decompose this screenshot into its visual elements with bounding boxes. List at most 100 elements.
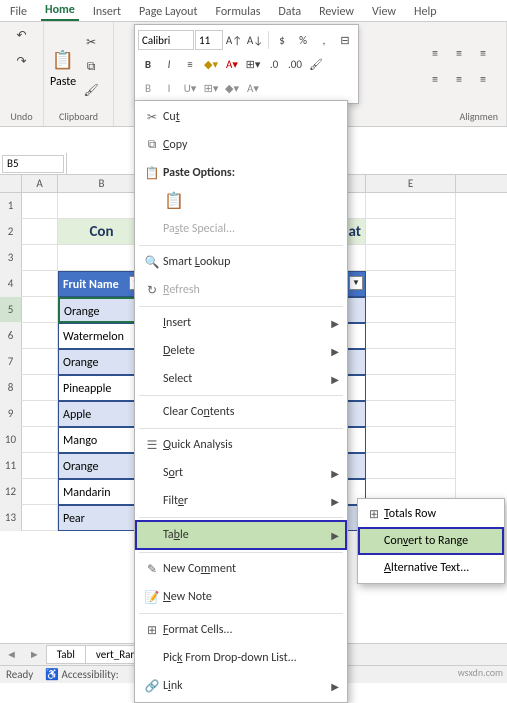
row-header-11[interactable]: 11 [0, 453, 22, 479]
row-header-2[interactable]: 2 [0, 219, 22, 245]
ctx-delete[interactable]: Delete▶ [135, 337, 347, 365]
mini-border-2[interactable]: ⊞▾ [201, 78, 221, 98]
increase-decimal-button[interactable]: .00 [285, 54, 305, 74]
tab-data[interactable]: Data [274, 3, 305, 21]
cell-E9[interactable] [366, 401, 456, 427]
cell-B12[interactable]: Mandarin [58, 479, 146, 505]
cell-A12[interactable] [22, 479, 58, 505]
ctx-quick-analysis[interactable]: ☰Quick Analysis [135, 431, 347, 459]
ctx-paste-options-[interactable]: 📋Paste Options: [135, 159, 347, 187]
align-middle-button[interactable]: ≡ [448, 43, 470, 65]
tab-file[interactable]: File [6, 3, 31, 21]
tab-view[interactable]: View [368, 3, 400, 21]
row-header-6[interactable]: 6 [0, 323, 22, 349]
mini-italic-2[interactable]: I [159, 78, 179, 98]
col-header-b[interactable]: B [58, 175, 146, 192]
cell-A13[interactable] [22, 505, 58, 531]
cell-E10[interactable] [366, 427, 456, 453]
cell-B3[interactable] [58, 245, 146, 271]
col-header-e[interactable]: E [366, 175, 456, 192]
cell-B10[interactable]: Mango [58, 427, 146, 453]
cell-A1[interactable] [22, 193, 58, 219]
cell-E4[interactable] [366, 271, 456, 297]
font-name-input[interactable] [138, 30, 194, 50]
tab-help[interactable]: Help [410, 3, 441, 21]
cell-B13[interactable]: Pear [58, 505, 146, 531]
cell-B7[interactable]: Orange [58, 349, 146, 375]
mini-font-2[interactable]: A▾ [243, 78, 263, 98]
cell-B4[interactable]: Fruit Name▼ [58, 271, 146, 297]
cell-B8[interactable]: Pineapple [58, 375, 146, 401]
sub-convert-to-range[interactable]: Convert to Range [358, 527, 504, 555]
row-header-5[interactable]: 5 [0, 297, 22, 323]
copy-button[interactable]: ⧉ [80, 56, 102, 78]
cut-button[interactable]: ✂ [80, 32, 102, 54]
ctx-table[interactable]: Table▶ [135, 520, 347, 550]
ctx-copy[interactable]: ⧉Copy [135, 131, 347, 159]
row-header-7[interactable]: 7 [0, 349, 22, 375]
tab-page-layout[interactable]: Page Layout [135, 3, 201, 21]
row-header-9[interactable]: 9 [0, 401, 22, 427]
percent-button[interactable]: % [293, 30, 313, 50]
ctx-smart-lookup[interactable]: 🔍Smart Lookup [135, 248, 347, 276]
cell-A4[interactable] [22, 271, 58, 297]
undo-button[interactable]: ↶ [11, 24, 33, 46]
italic-button[interactable]: I [159, 54, 179, 74]
ctx-new-comment[interactable]: ✎New Comment [135, 555, 347, 583]
paste-button[interactable]: 📋 Paste [48, 43, 78, 91]
name-box[interactable] [2, 155, 64, 173]
sheet-tab-0[interactable]: Tabl [46, 645, 86, 664]
ctx-select[interactable]: Select▶ [135, 365, 347, 393]
cell-E2[interactable] [366, 219, 456, 245]
bold-button[interactable]: B [138, 54, 158, 74]
decrease-decimal-button[interactable]: .0 [264, 54, 284, 74]
currency-button[interactable]: $ [272, 30, 292, 50]
mini-bold-2[interactable]: B [138, 78, 158, 98]
sheet-nav-next[interactable]: ► [23, 648, 46, 661]
sub-alternative-text-[interactable]: Alternative Text... [358, 555, 504, 581]
cell-A3[interactable] [22, 245, 58, 271]
status-accessibility[interactable]: ♿ Accessibility: [45, 668, 118, 681]
row-header-8[interactable]: 8 [0, 375, 22, 401]
align-bottom-button[interactable]: ≡ [472, 43, 494, 65]
mini-fill-2[interactable]: ◆▾ [222, 78, 242, 98]
cell-B1[interactable] [58, 193, 146, 219]
font-size-input[interactable] [195, 30, 223, 50]
cell-A7[interactable] [22, 349, 58, 375]
cell-B9[interactable]: Apple [58, 401, 146, 427]
align-center-button[interactable]: ≡ [448, 69, 470, 91]
row-header-10[interactable]: 10 [0, 427, 22, 453]
tab-home[interactable]: Home [41, 1, 79, 21]
mini-underline[interactable]: U▾ [180, 78, 200, 98]
cell-E6[interactable] [366, 323, 456, 349]
ctx-link[interactable]: 🔗Link▶ [135, 672, 347, 700]
cell-B6[interactable]: Watermelon [58, 323, 146, 349]
cell-B2[interactable]: Con [58, 219, 146, 245]
cell-E3[interactable] [366, 245, 456, 271]
col-header-a[interactable]: A [22, 175, 58, 192]
align-left-button[interactable]: ≡ [424, 69, 446, 91]
cell-A5[interactable] [22, 297, 58, 323]
align-right-button[interactable]: ≡ [472, 69, 494, 91]
cell-B5[interactable]: Orange [58, 297, 146, 323]
increase-font-button[interactable]: A↑ [224, 30, 244, 50]
decrease-font-button[interactable]: A↓ [245, 30, 265, 50]
ctx-pick-from-drop-down-list-[interactable]: Pick From Drop-down List... [135, 644, 347, 672]
ctx-insert[interactable]: Insert▶ [135, 309, 347, 337]
sheet-nav-prev[interactable]: ◄ [0, 648, 23, 661]
cell-A9[interactable] [22, 401, 58, 427]
cell-A8[interactable] [22, 375, 58, 401]
format-menu-button[interactable]: ⊟ [335, 30, 355, 50]
align-top-button[interactable]: ≡ [424, 43, 446, 65]
ctx-filter[interactable]: Filter▶ [135, 487, 347, 515]
fill-color-button[interactable]: ◆▾ [201, 54, 221, 74]
ctx-clear-contents[interactable]: Clear Contents [135, 398, 347, 426]
sub-totals-row[interactable]: ⊞Totals Row [358, 501, 504, 527]
borders-button[interactable]: ⊞▾ [243, 54, 263, 74]
cell-A2[interactable] [22, 219, 58, 245]
ctx-sort[interactable]: Sort▶ [135, 459, 347, 487]
cell-E7[interactable] [366, 349, 456, 375]
comma-button[interactable]: , [314, 30, 334, 50]
row-header-3[interactable]: 3 [0, 245, 22, 271]
cell-E8[interactable] [366, 375, 456, 401]
